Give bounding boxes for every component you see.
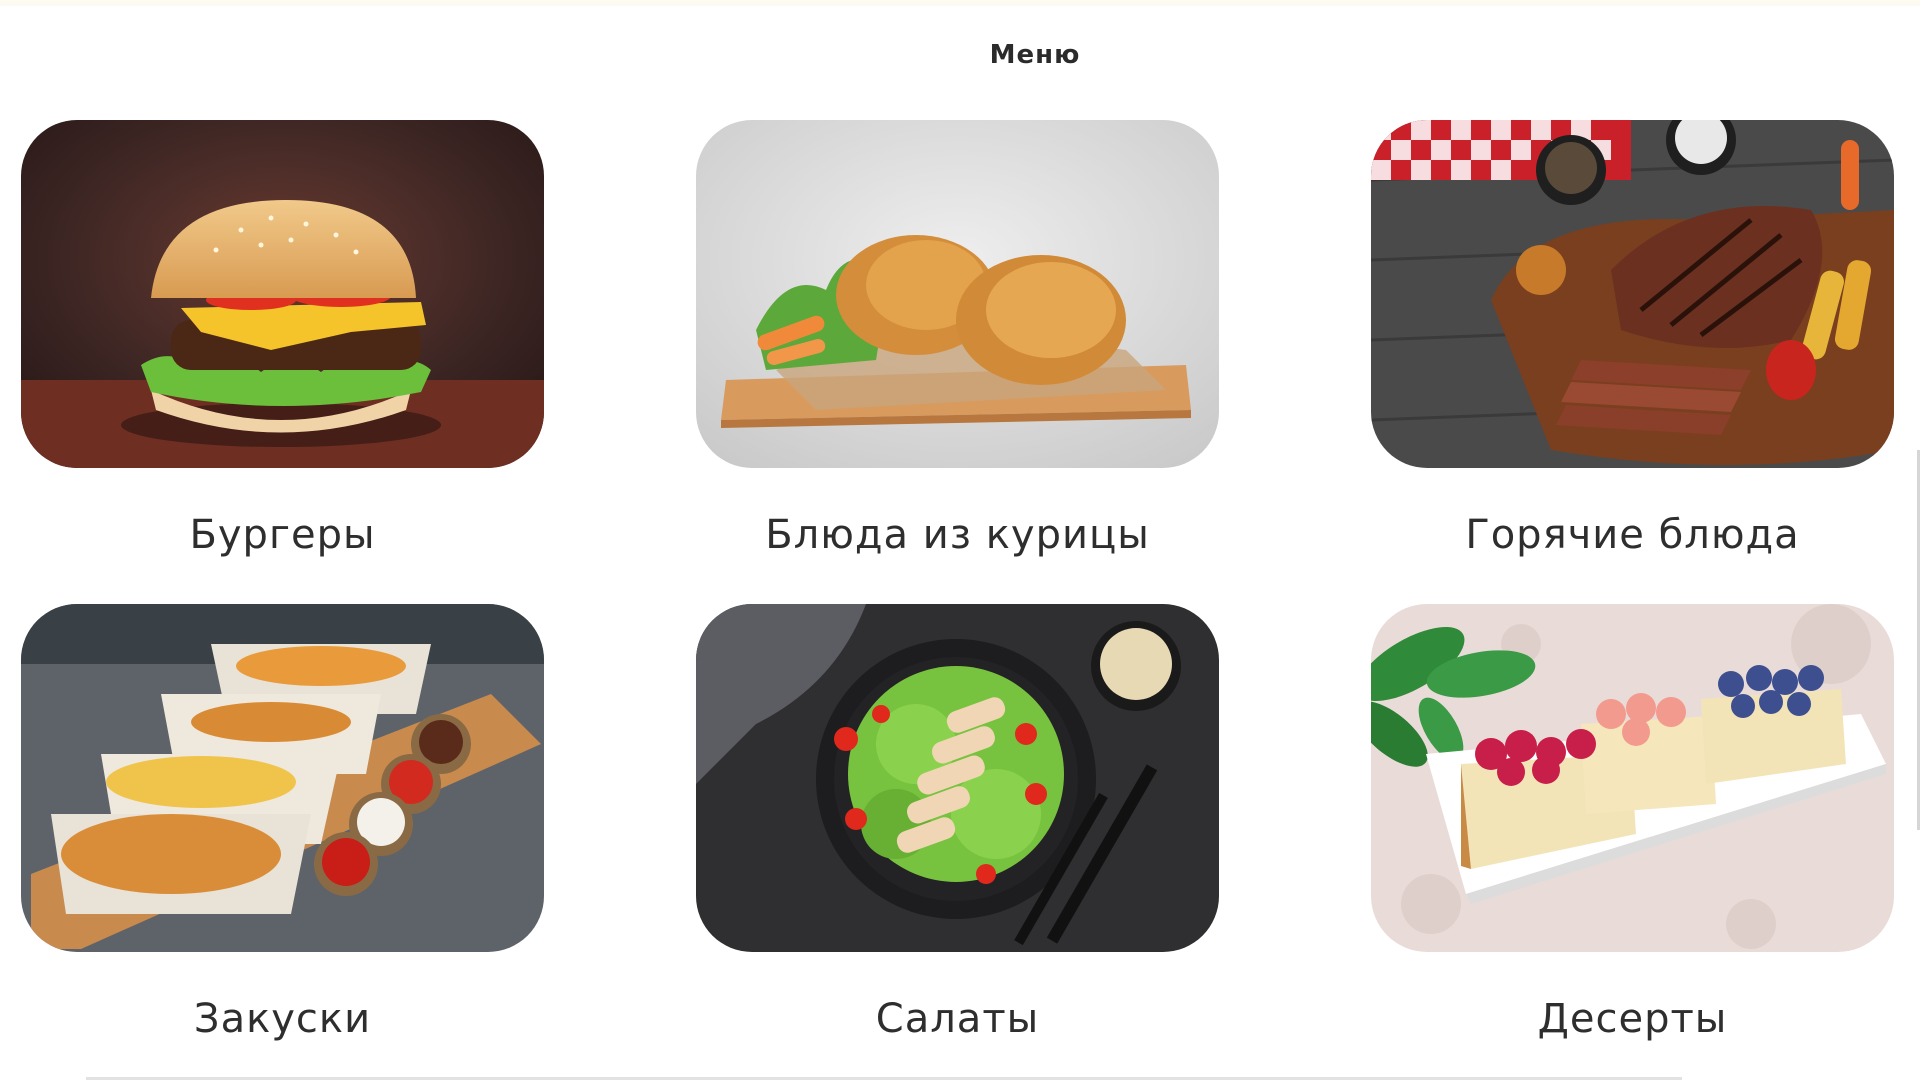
top-strip <box>0 0 1920 6</box>
snacks-photo <box>21 604 544 952</box>
menu-card-salads[interactable]: Салаты <box>696 604 1219 1042</box>
menu-card-hot-dishes[interactable]: Горячие блюда <box>1371 120 1894 558</box>
menu-card-chicken[interactable]: Блюда из курицы <box>696 120 1219 558</box>
menu-card-desserts[interactable]: Десерты <box>1371 604 1894 1042</box>
burger-photo <box>21 120 544 468</box>
desserts-photo <box>1371 604 1894 952</box>
menu-card-label: Закуски <box>193 996 372 1042</box>
menu-card-label: Бургеры <box>189 512 376 558</box>
menu-card-label: Салаты <box>875 996 1040 1042</box>
grilled-steak-photo <box>1371 120 1894 468</box>
menu-page: Меню Бургеры Блюда из курицы Горячие блю… <box>0 0 1920 1080</box>
salad-photo <box>696 604 1219 952</box>
menu-card-label: Десерты <box>1537 996 1728 1042</box>
page-title: Меню <box>989 40 1081 70</box>
menu-card-label: Блюда из курицы <box>765 512 1150 558</box>
page-title-wrap: Меню <box>0 40 1920 70</box>
menu-card-burgers[interactable]: Бургеры <box>21 120 544 558</box>
fried-chicken-photo <box>696 120 1219 468</box>
menu-card-label: Горячие блюда <box>1465 512 1800 558</box>
menu-card-snacks[interactable]: Закуски <box>21 604 544 1042</box>
